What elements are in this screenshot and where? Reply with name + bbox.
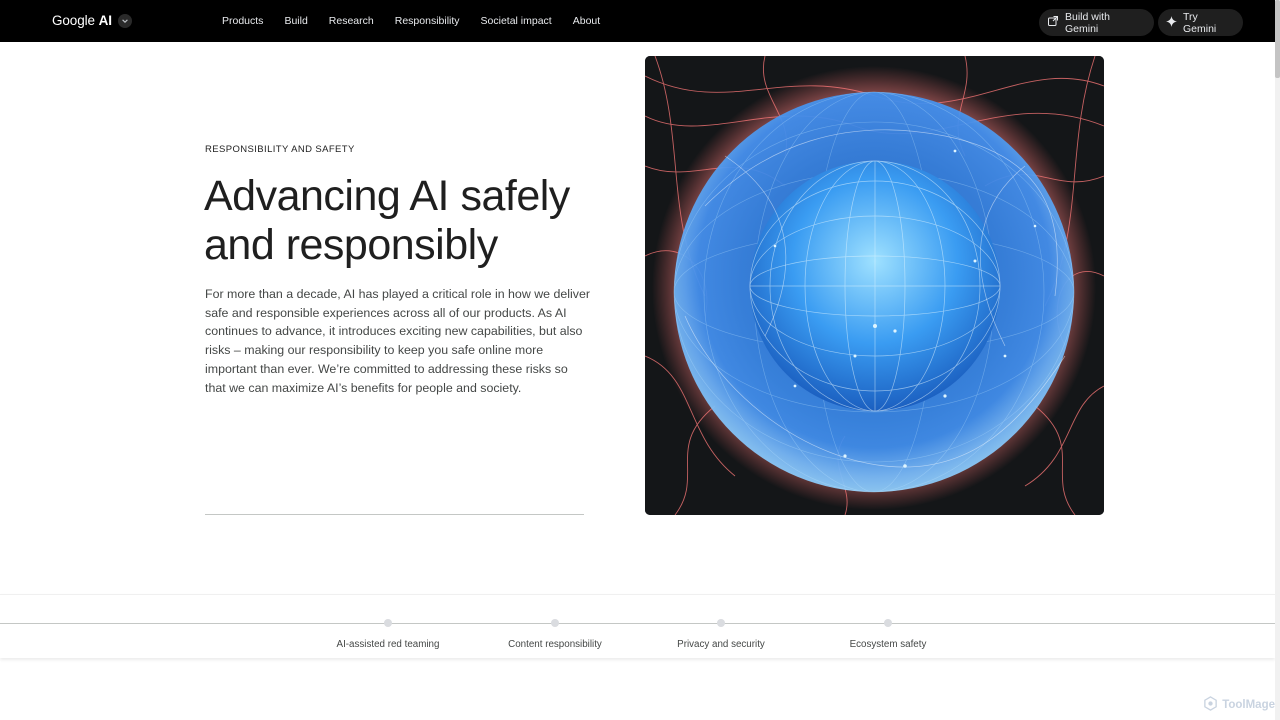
top-navigation-bar: Google AI Products Build Research Respon… [0, 0, 1275, 42]
nav-item-about[interactable]: About [573, 15, 600, 27]
glowing-sphere-image [645, 56, 1104, 515]
sparkle-icon [1166, 15, 1177, 30]
section-eyebrow: RESPONSIBILITY AND SAFETY [205, 144, 355, 155]
tab-dot-icon [884, 619, 892, 627]
external-link-icon [1047, 15, 1059, 30]
tab-label: Content responsibility [508, 639, 602, 650]
nav-item-products[interactable]: Products [222, 15, 263, 27]
nav-item-build[interactable]: Build [284, 15, 307, 27]
watermark-logo-icon [1203, 696, 1218, 714]
chevron-down-icon[interactable] [117, 13, 132, 28]
build-with-gemini-label: Build with Gemini [1065, 10, 1110, 35]
tab-dot-icon [384, 619, 392, 627]
tab-content-responsibility[interactable]: Content responsibility [485, 619, 625, 652]
tab-privacy-and-security[interactable]: Privacy and security [651, 619, 791, 652]
try-gemini-label: Try Gemini [1183, 10, 1217, 35]
tab-dot-icon [717, 619, 725, 627]
tab-dot-icon [551, 619, 559, 627]
scrollbar-thumb[interactable] [1275, 0, 1280, 78]
tab-label: Ecosystem safety [849, 639, 927, 650]
section-divider [205, 514, 584, 515]
tabs-track-line [0, 623, 1275, 624]
vertical-scrollbar[interactable] [1275, 0, 1280, 720]
watermark-text: ToolMage [1222, 699, 1275, 711]
intro-paragraph: For more than a decade, AI has played a … [205, 287, 590, 395]
tab-label: Privacy and security [677, 639, 765, 650]
nav-item-research[interactable]: Research [329, 15, 374, 27]
page-title: Advancing AI safely and responsibly [204, 172, 570, 269]
main-nav: Products Build Research Responsibility S… [222, 15, 600, 27]
nav-item-societal-impact[interactable]: Societal impact [481, 15, 552, 27]
brand-wordmark: Google AI [52, 13, 112, 28]
section-tabs: AI-assisted red teaming Content responsi… [0, 594, 1275, 658]
build-with-gemini-button[interactable]: Build with Gemini [1039, 9, 1154, 36]
tab-ai-assisted-red-teaming[interactable]: AI-assisted red teaming [318, 619, 458, 652]
watermark: ToolMage [1203, 696, 1275, 714]
tab-label: AI-assisted red teaming [336, 639, 440, 650]
tab-ecosystem-safety[interactable]: Ecosystem safety [818, 619, 958, 652]
google-ai-logo[interactable]: Google AI [52, 13, 132, 28]
nav-item-responsibility[interactable]: Responsibility [395, 15, 460, 27]
try-gemini-button[interactable]: Try Gemini [1158, 9, 1243, 36]
